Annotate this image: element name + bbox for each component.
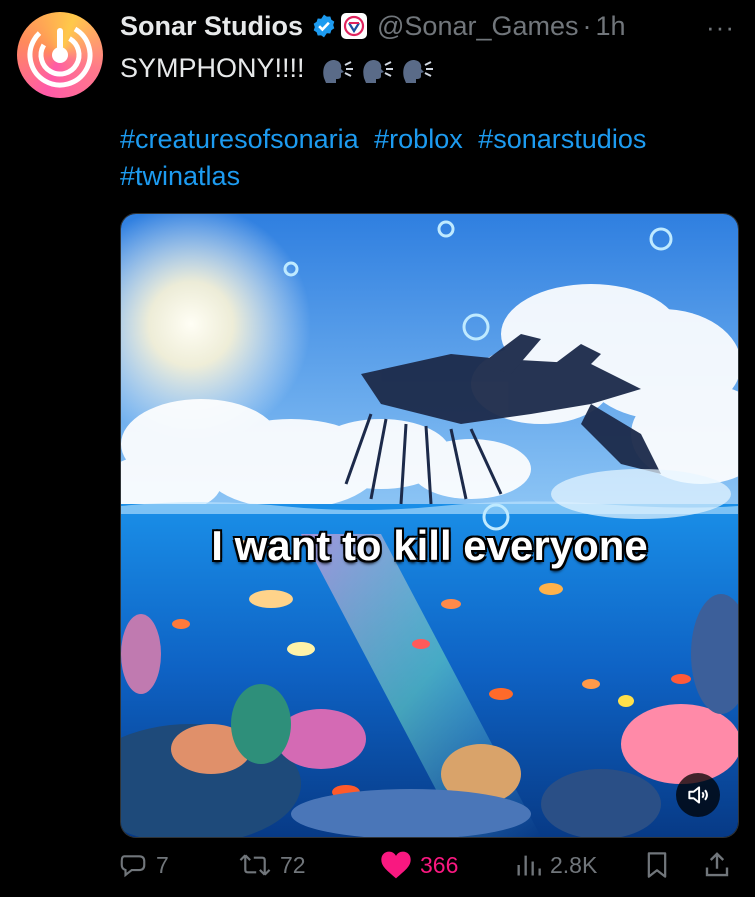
separator-dot: · (582, 10, 592, 41)
share-button[interactable] (702, 850, 732, 880)
repost-count: 72 (280, 851, 306, 878)
share-icon (705, 852, 729, 877)
speaking-head-icon (403, 59, 434, 83)
hashtag-link[interactable]: #roblox (374, 124, 463, 154)
view-count: 2.8K (550, 851, 598, 878)
heart-filled-icon (381, 851, 411, 879)
action-bar: 7 72 366 2.8K (118, 850, 738, 890)
tweet-text: SYMPHONY!!!! (120, 50, 720, 87)
reply-count: 7 (156, 851, 169, 878)
avatar[interactable] (17, 12, 103, 98)
more-options-icon[interactable]: ··· (706, 12, 735, 43)
bookmark-icon (647, 852, 667, 878)
bookmark-button[interactable] (643, 850, 671, 880)
tweet-header: Sonar Studios @Sonar_Games · 1h (120, 6, 626, 46)
affiliate-badge-icon[interactable] (341, 13, 368, 39)
repost-icon (239, 854, 271, 876)
repost-button[interactable]: 72 (238, 850, 306, 880)
speaking-head-icon (363, 59, 394, 83)
hashtag-link[interactable]: #creaturesofsonaria (120, 124, 359, 154)
like-count: 366 (420, 851, 459, 878)
speaker-muted-icon[interactable] (676, 773, 720, 817)
sonar-logo-icon (27, 22, 93, 88)
reply-button[interactable]: 7 (118, 850, 169, 880)
author-handle[interactable]: @Sonar_Games (377, 11, 579, 42)
hashtag-link[interactable]: #sonarstudios (478, 124, 646, 154)
verified-badge-icon (311, 13, 337, 39)
video-media[interactable]: I want to kill everyone (120, 213, 739, 838)
hashtag-link[interactable]: #twinatlas (120, 161, 240, 191)
emoji-group (320, 56, 434, 84)
analytics-icon (517, 855, 541, 876)
timestamp[interactable]: 1h (596, 11, 626, 42)
reply-icon (120, 855, 146, 878)
author-name[interactable]: Sonar Studios (120, 11, 303, 42)
views-button[interactable]: 2.8K (514, 850, 597, 880)
speaking-head-icon (323, 59, 354, 83)
hashtags: #creaturesofsonaria #roblox #sonarstudio… (120, 121, 740, 195)
video-caption: I want to kill everyone (211, 522, 648, 569)
tweet-body: SYMPHONY!!!! (120, 53, 305, 83)
like-button[interactable]: 366 (380, 850, 458, 880)
